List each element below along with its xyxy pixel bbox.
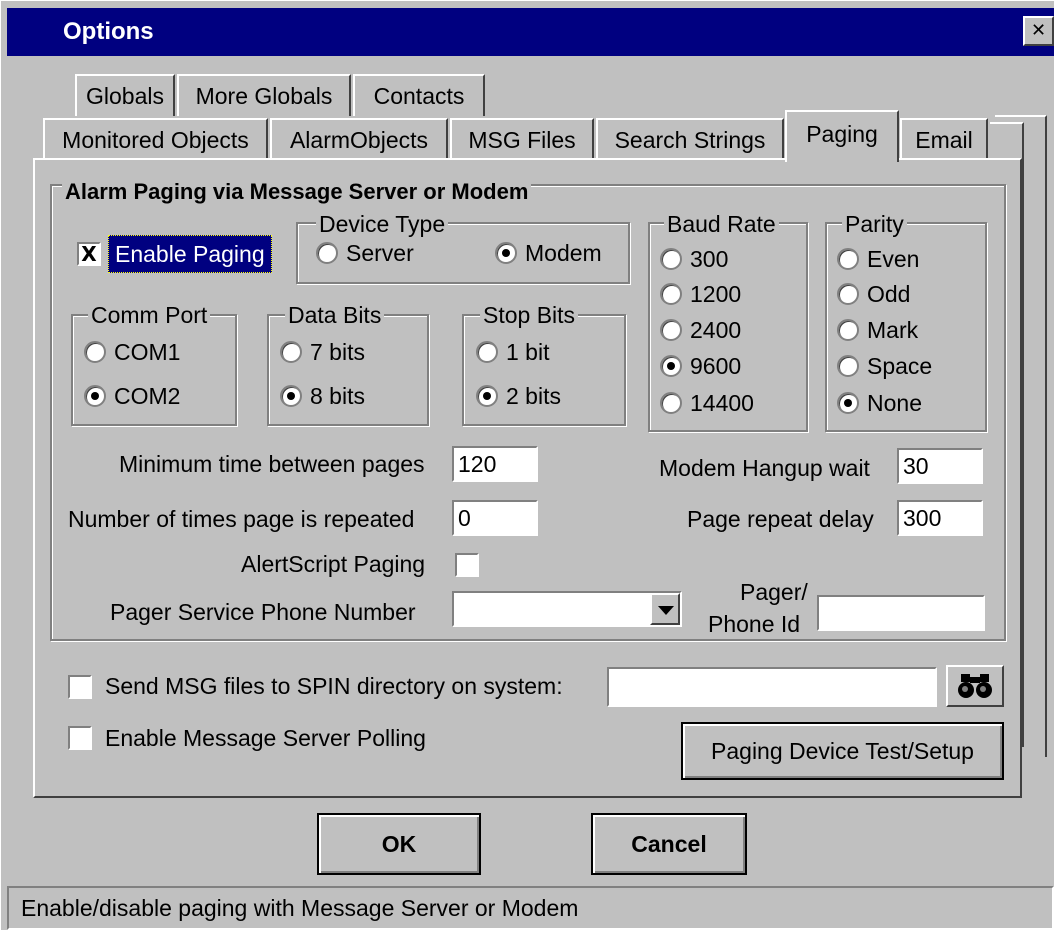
baud-9600-radio[interactable]: 9600 <box>660 351 741 381</box>
stop-1bit-radio[interactable]: 1 bit <box>476 337 549 367</box>
chevron-down-icon <box>658 606 674 615</box>
parity-odd-radio[interactable]: Odd <box>837 279 910 309</box>
comm-port-title: Comm Port <box>88 303 211 327</box>
paging-group-title: Alarm Paging via Message Server or Modem <box>62 180 532 204</box>
com1-radio[interactable]: COM1 <box>84 337 180 367</box>
baud-2400-radio[interactable]: 2400 <box>660 315 741 345</box>
radio-dot <box>660 283 682 305</box>
parity-even-radio[interactable]: Even <box>837 244 919 274</box>
radio-dot <box>84 341 106 363</box>
parity-none-radio[interactable]: None <box>837 388 922 418</box>
parity-title: Parity <box>842 212 907 236</box>
tab-msg-files[interactable]: MSG Files <box>450 118 594 162</box>
alertscript-checkbox[interactable] <box>455 553 479 577</box>
hangup-wait-input[interactable]: 30 <box>897 448 983 484</box>
tab-email[interactable]: Email <box>900 118 988 162</box>
tab-globals[interactable]: Globals <box>75 74 175 116</box>
radio-dot <box>280 385 302 407</box>
data-7bits-radio[interactable]: 7 bits <box>280 337 365 367</box>
polling-checkbox[interactable] <box>68 726 92 750</box>
radio-dot <box>660 319 682 341</box>
pager-id-label-2: Phone Id <box>708 611 801 637</box>
baud-14400-radio[interactable]: 14400 <box>660 388 754 418</box>
spin-directory-input[interactable] <box>607 667 937 707</box>
radio-dot <box>837 283 859 305</box>
radio-dot <box>476 341 498 363</box>
data-bits-title: Data Bits <box>285 303 385 327</box>
tab-contacts[interactable]: Contacts <box>353 74 485 116</box>
baud-300-radio[interactable]: 300 <box>660 244 728 274</box>
radio-dot <box>84 385 106 407</box>
tab-paging[interactable]: Paging <box>785 110 899 162</box>
status-bar: Enable/disable paging with Message Serve… <box>7 886 1054 930</box>
radio-dot <box>660 248 682 270</box>
enable-paging-checkbox[interactable]: X <box>77 242 101 266</box>
title-bar[interactable]: Options ✕ <box>7 8 1054 56</box>
hangup-wait-label: Modem Hangup wait <box>659 455 870 481</box>
binoculars-icon <box>958 674 992 698</box>
stop-2bits-radio[interactable]: 2 bits <box>476 381 561 411</box>
radio-dot <box>280 341 302 363</box>
device-type-title: Device Type <box>316 212 449 236</box>
pager-id-input[interactable] <box>817 595 985 631</box>
pager-id-label-1: Pager/ <box>740 579 808 605</box>
close-icon: ✕ <box>1030 20 1047 41</box>
baud-1200-radio[interactable]: 1200 <box>660 279 741 309</box>
tab-more-globals[interactable]: More Globals <box>177 74 351 116</box>
spin-label: Send MSG files to SPIN directory on syst… <box>105 673 563 699</box>
enable-paging-label: Enable Paging <box>108 235 272 273</box>
repeat-delay-label: Page repeat delay <box>687 506 874 532</box>
tab-monitored-objects[interactable]: Monitored Objects <box>43 118 268 162</box>
phone-number-label: Pager Service Phone Number <box>110 599 416 625</box>
status-text: Enable/disable paging with Message Serve… <box>21 895 579 921</box>
radio-dot <box>476 385 498 407</box>
com2-radio[interactable]: COM2 <box>84 381 180 411</box>
radio-dot <box>316 242 338 264</box>
close-button[interactable]: ✕ <box>1023 16 1054 46</box>
repeat-count-input[interactable]: 0 <box>452 500 538 536</box>
phone-number-combobox[interactable] <box>452 591 682 627</box>
radio-dot <box>495 242 517 264</box>
repeat-count-label: Number of times page is repeated <box>68 506 415 532</box>
radio-dot <box>837 319 859 341</box>
browse-button[interactable] <box>946 665 1004 707</box>
window-title: Options <box>63 18 154 45</box>
tab-search-strings[interactable]: Search Strings <box>596 118 784 162</box>
dropdown-button[interactable] <box>650 593 680 625</box>
spin-checkbox[interactable] <box>68 675 92 699</box>
repeat-delay-input[interactable]: 300 <box>897 500 983 536</box>
parity-mark-radio[interactable]: Mark <box>837 315 918 345</box>
paging-device-test-button[interactable]: Paging Device Test/Setup <box>681 722 1004 780</box>
tab-alarm-objects[interactable]: AlarmObjects <box>270 118 448 162</box>
min-time-input[interactable]: 120 <box>452 446 538 482</box>
baud-rate-title: Baud Rate <box>664 212 779 236</box>
radio-dot <box>837 248 859 270</box>
min-time-label: Minimum time between pages <box>119 451 425 477</box>
radio-dot <box>837 355 859 377</box>
data-8bits-radio[interactable]: 8 bits <box>280 381 365 411</box>
polling-label: Enable Message Server Polling <box>105 725 426 751</box>
alertscript-label: AlertScript Paging <box>241 551 426 577</box>
device-server-radio[interactable]: Server <box>316 238 414 268</box>
stop-bits-title: Stop Bits <box>480 303 579 327</box>
radio-dot <box>837 392 859 414</box>
cancel-button[interactable]: Cancel <box>591 813 747 875</box>
radio-dot <box>660 355 682 377</box>
device-modem-radio[interactable]: Modem <box>495 238 602 268</box>
ok-button[interactable]: OK <box>317 813 481 875</box>
radio-dot <box>660 392 682 414</box>
parity-space-radio[interactable]: Space <box>837 351 932 381</box>
